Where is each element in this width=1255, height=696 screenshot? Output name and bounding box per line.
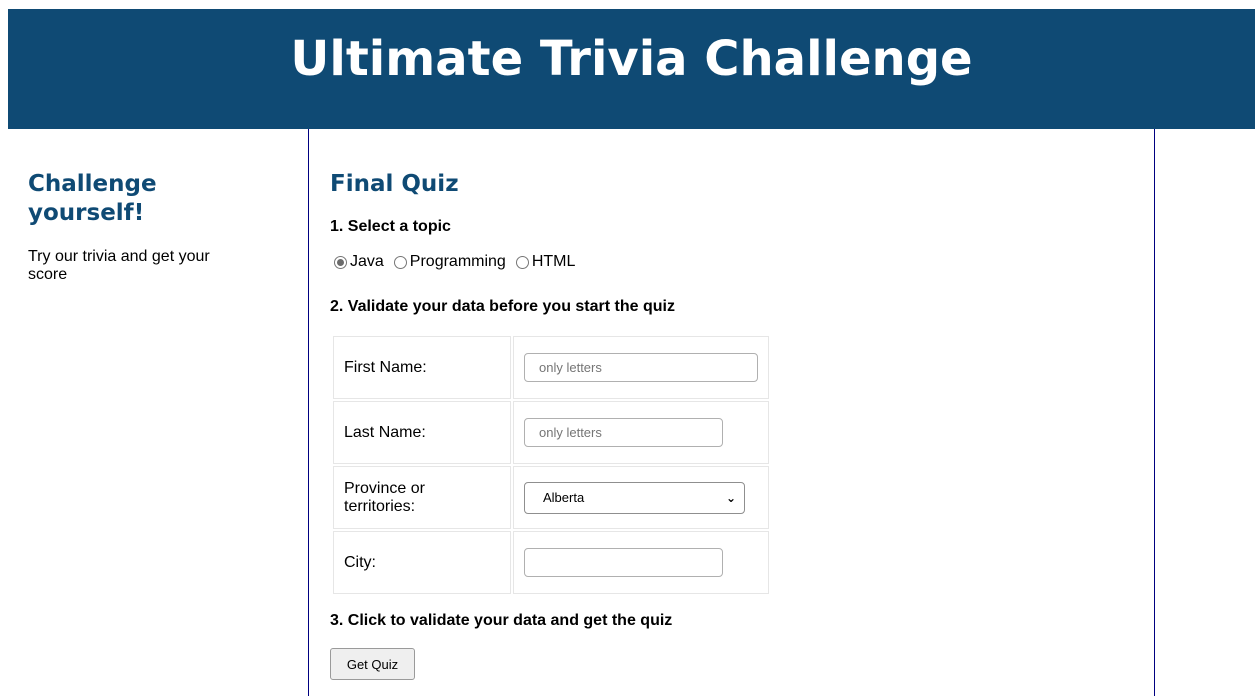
topic-option-html[interactable]: HTML <box>515 253 576 271</box>
sidebar: Challenge yourself! Try our trivia and g… <box>28 170 278 284</box>
first-name-input[interactable]: only letters <box>524 353 758 382</box>
radio-label: Programming <box>409 253 506 270</box>
sidebar-title: Challenge yourself! <box>28 171 157 226</box>
first-name-cell: only letters <box>513 336 769 399</box>
province-select[interactable]: Alberta ⌄ <box>524 481 745 514</box>
first-name-label: First Name: <box>333 336 511 399</box>
validation-form: First Name: only letters Last Name: only… <box>331 334 771 596</box>
form-row-province: Province or territories: Alberta ⌄ <box>333 466 769 529</box>
topic-option-programming[interactable]: Programming <box>393 253 506 271</box>
province-selected-value: Alberta <box>543 490 585 505</box>
chevron-down-icon: ⌄ <box>725 490 736 505</box>
province-label: Province or territories: <box>333 466 511 529</box>
site-header: Ultimate Trivia Challenge <box>8 9 1255 129</box>
form-row-first-name: First Name: only letters <box>333 336 769 399</box>
site-title: Ultimate Trivia Challenge <box>290 31 973 87</box>
last-name-cell: only letters <box>513 401 769 464</box>
topic-option-java[interactable]: Java <box>334 253 384 271</box>
city-input[interactable] <box>524 548 723 577</box>
step-2-heading: 2. Validate your data before you start t… <box>330 298 675 315</box>
last-name-label: Last Name: <box>333 401 511 464</box>
topic-radio-group: Java Programming HTML <box>334 253 585 271</box>
radio-button[interactable] <box>393 255 407 269</box>
radio-button[interactable] <box>515 255 529 269</box>
main-content: Final Quiz 1. Select a topic Java Progra… <box>308 129 1155 696</box>
step-1-heading: 1. Select a topic <box>330 218 451 235</box>
step-3-heading: 3. Click to validate your data and get t… <box>330 612 673 629</box>
city-cell <box>513 531 769 594</box>
quiz-section: Final Quiz 1. Select a topic Java Progra… <box>330 169 1130 680</box>
radio-button[interactable] <box>334 255 347 269</box>
last-name-input[interactable]: only letters <box>524 418 723 447</box>
form-row-last-name: Last Name: only letters <box>333 401 769 464</box>
get-quiz-button[interactable]: Get Quiz <box>330 648 415 680</box>
city-label: City: <box>333 531 511 594</box>
province-cell: Alberta ⌄ <box>513 466 769 529</box>
sidebar-text: Try our trivia and get your score <box>28 248 210 283</box>
radio-label: Java <box>350 253 384 270</box>
form-row-city: City: <box>333 531 769 594</box>
page-title: Final Quiz <box>330 171 459 197</box>
radio-label: HTML <box>531 253 576 270</box>
